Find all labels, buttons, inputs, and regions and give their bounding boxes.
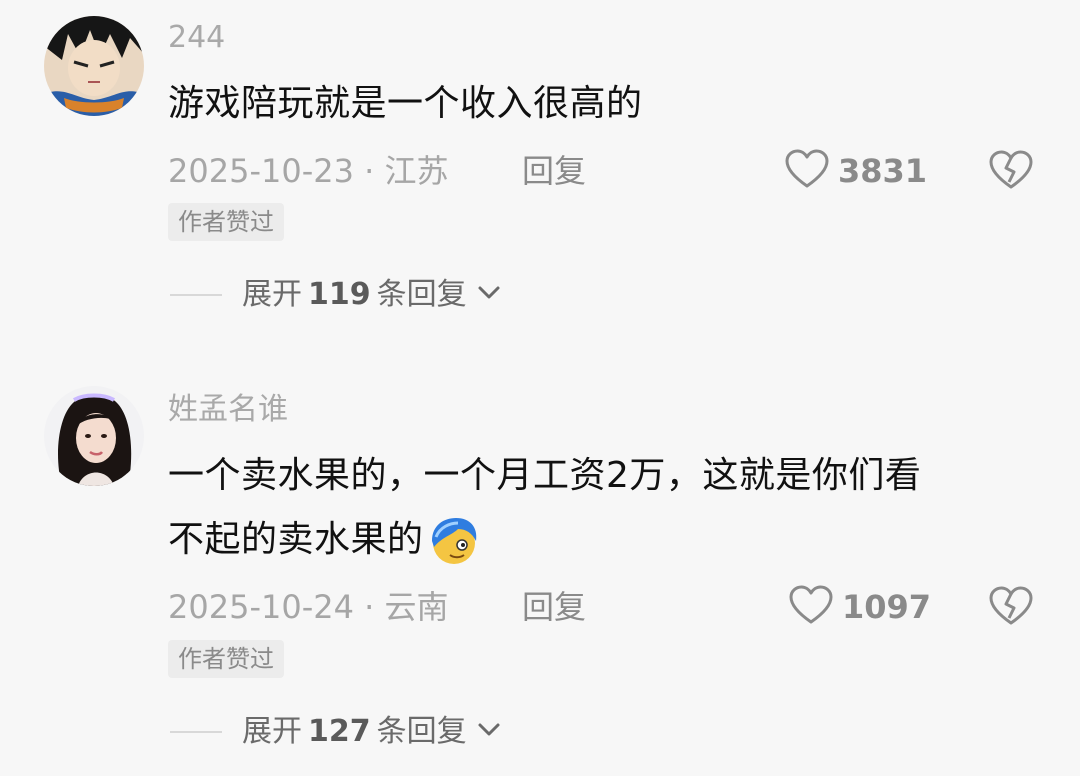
reply-button[interactable]: 回复 — [522, 149, 586, 193]
chevron-down-icon — [477, 722, 501, 742]
comment-text-line: 一个卖水果的，一个月工资2万，这就是你们看 — [168, 455, 922, 496]
dislike-button[interactable] — [988, 149, 1034, 193]
blue-hair-emoji-icon — [428, 515, 480, 567]
expand-replies-button[interactable]: 展开 119 条回复 — [170, 273, 501, 317]
reply-count: 119 — [308, 277, 371, 312]
author-liked-badge: 作者赞过 — [168, 640, 284, 678]
broken-heart-icon — [988, 586, 1034, 631]
avatar[interactable] — [44, 16, 144, 116]
broken-heart-icon — [988, 150, 1034, 195]
avatar[interactable] — [44, 386, 144, 486]
reply-button[interactable]: 回复 — [522, 585, 586, 629]
expand-suffix: 条回复 — [376, 714, 467, 749]
comment-text-line-container: 不起的卖水果的 — [168, 508, 1048, 572]
expand-replies-label: 展开 127 条回复 — [242, 710, 467, 754]
expand-prefix: 展开 — [242, 714, 302, 749]
heart-outline-icon — [784, 149, 830, 193]
comment-meta: 2025-10-24 · 云南 — [168, 588, 449, 626]
comment-list: 244 游戏陪玩就是一个收入很高的 2025-10-23 · 江苏 回复 383… — [0, 0, 1080, 776]
comment-text-line: 游戏陪玩就是一个收入很高的 — [168, 83, 643, 124]
like-button[interactable]: 3831 — [784, 149, 927, 193]
comment-text: 一个卖水果的，一个月工资2万，这就是你们看 不起的卖水果的 — [168, 444, 1048, 572]
author-liked-badge: 作者赞过 — [168, 203, 284, 241]
divider — [170, 731, 222, 733]
comment-meta: 2025-10-23 · 江苏 — [168, 152, 449, 190]
like-button[interactable]: 1097 — [788, 585, 931, 629]
expand-suffix: 条回复 — [376, 277, 467, 312]
comment-text-line: 不起的卖水果的 — [168, 519, 424, 560]
expand-prefix: 展开 — [242, 277, 302, 312]
expand-replies-label: 展开 119 条回复 — [242, 273, 467, 317]
username[interactable]: 姓孟名谁 — [168, 390, 288, 430]
chevron-down-icon — [477, 285, 501, 305]
expand-replies-button[interactable]: 展开 127 条回复 — [170, 710, 501, 754]
heart-outline-icon — [788, 585, 834, 629]
like-count: 1097 — [842, 588, 932, 626]
reply-count: 127 — [308, 714, 371, 749]
username[interactable]: 244 — [168, 18, 225, 58]
comment-text: 游戏陪玩就是一个收入很高的 — [168, 72, 1048, 136]
like-count: 3831 — [838, 152, 928, 190]
dislike-button[interactable] — [988, 585, 1034, 629]
divider — [170, 294, 222, 296]
